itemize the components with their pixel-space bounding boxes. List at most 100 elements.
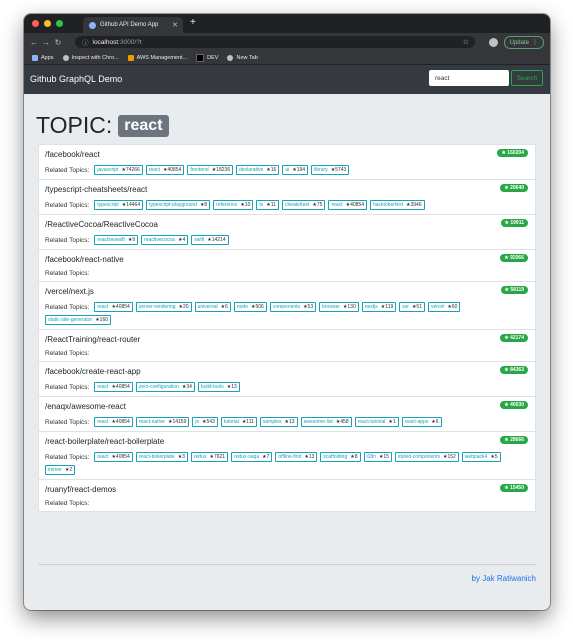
topic-chip[interactable]: typescript ★14464: [94, 200, 144, 210]
topic-chip[interactable]: swift ★14214: [191, 235, 229, 245]
repo-name-link[interactable]: /ruanyf/react-demos: [45, 484, 529, 496]
topic-chip-name: hacktoberfest: [372, 202, 404, 208]
related-topics-label: Related Topics:: [45, 303, 90, 311]
topic-chip[interactable]: nextjs ★119: [361, 302, 397, 312]
app-brand[interactable]: Github GraphQL Demo: [30, 74, 122, 84]
topic-chip[interactable]: components ★53: [269, 302, 317, 312]
topic-chip[interactable]: js ★543: [192, 417, 218, 427]
bookmark-apps[interactable]: Apps: [32, 54, 54, 61]
topic-chip-name: awesome-list: [303, 419, 333, 425]
repo-name-link[interactable]: /facebook/react: [45, 149, 529, 161]
repo-name-link[interactable]: /facebook/create-react-app: [45, 366, 529, 378]
topic-chip[interactable]: typescript-playground ★8: [146, 200, 211, 210]
topic-chip-name: redux: [193, 454, 207, 460]
topic-chip[interactable]: react-tutorial ★1: [354, 417, 399, 427]
back-icon[interactable]: ←: [28, 38, 40, 47]
aws-icon: [127, 54, 134, 61]
topic-chip[interactable]: build-tools ★13: [197, 382, 240, 392]
topic-chip[interactable]: react ★40854: [94, 417, 133, 427]
topic-chip[interactable]: i18n ★15: [363, 452, 392, 462]
url-path: :3000/?t: [118, 38, 142, 46]
topic-chip[interactable]: react ★40854: [328, 200, 367, 210]
topic-chip-name: cheatsheet: [284, 202, 310, 208]
topic-chip[interactable]: react-boilerplate ★3: [135, 452, 188, 462]
reload-icon[interactable]: ↻: [52, 38, 64, 47]
repo-name-link[interactable]: /vercel/next.js: [45, 286, 529, 298]
update-button[interactable]: Update ⋮: [503, 36, 544, 49]
topic-chip[interactable]: react ★40854: [145, 165, 185, 175]
topic-chip-name: react: [97, 419, 109, 425]
search-input[interactable]: [429, 70, 509, 86]
topic-chip[interactable]: ts ★11: [256, 200, 279, 210]
topic-chip[interactable]: vercel ★60: [427, 302, 461, 312]
profile-avatar-icon[interactable]: [488, 38, 498, 47]
related-topics-label: Related Topics:: [45, 383, 90, 391]
topic-chip[interactable]: react ★40854: [94, 382, 133, 392]
new-tab-icon[interactable]: +: [190, 17, 196, 28]
topic-chip[interactable]: node ★506: [233, 302, 267, 312]
topic-chip[interactable]: redux ★7621: [190, 452, 229, 462]
topic-chip[interactable]: cheatsheet ★75: [281, 200, 326, 210]
topic-chip[interactable]: scaffolding ★8: [320, 452, 361, 462]
repo-name-link[interactable]: /typescript-cheatsheets/react: [45, 184, 529, 196]
topic-chip[interactable]: samples ★13: [259, 417, 298, 427]
topic-chip[interactable]: library ★5743: [311, 165, 350, 175]
topic-chip[interactable]: reactiveswift ★9: [94, 235, 139, 245]
topic-chip[interactable]: tutorial ★111: [220, 417, 257, 427]
topic-chip[interactable]: ssr ★51: [399, 302, 425, 312]
repo-row: /ReactiveCocoa/ReactiveCocoa ★ 19911 Relat…: [38, 215, 536, 250]
topic-chip[interactable]: frontend ★18236: [187, 165, 234, 175]
topic-chip[interactable]: declarative ★16: [236, 165, 280, 175]
topic-chip[interactable]: awesome-list ★458: [300, 417, 352, 427]
topic-chip-count: ★119: [380, 304, 394, 310]
minimize-window-button[interactable]: [44, 20, 51, 27]
bookmark-star-icon[interactable]: ☆: [463, 38, 469, 46]
topic-chip[interactable]: react ★40854: [94, 302, 133, 312]
topic-chip[interactable]: webpack4 ★5: [461, 452, 501, 462]
topic-chip[interactable]: reactivecocoa ★4: [141, 235, 189, 245]
search-button[interactable]: Search: [511, 70, 543, 86]
repo-name-link[interactable]: /facebook/react-native: [45, 254, 529, 266]
topic-chip-count: ★6: [431, 419, 439, 425]
topic-chip[interactable]: ui ★194: [282, 165, 309, 175]
topic-chip-name: i18n: [366, 454, 376, 460]
topic-chip[interactable]: javascript ★74266: [94, 165, 143, 175]
topic-chip[interactable]: universal ★6: [194, 302, 231, 312]
tab-close-icon[interactable]: ✕: [172, 21, 178, 29]
topic-chip-name: react: [97, 454, 109, 460]
topic-chip-name: ssr: [402, 304, 409, 310]
forward-icon[interactable]: →: [40, 38, 52, 47]
stars-badge: ★ 58119: [500, 286, 528, 294]
address-bar[interactable]: ⓘ localhost :3000/?t ☆: [75, 36, 475, 48]
repo-name-link[interactable]: /enaqx/awesome-react: [45, 401, 529, 413]
topic-chip[interactable]: styled-components ★152: [395, 452, 459, 462]
close-window-button[interactable]: [32, 20, 39, 27]
topic-chip[interactable]: static-site-generator ★160: [45, 315, 112, 325]
bookmark-inspect[interactable]: Inspect with Chro...: [62, 54, 119, 61]
bookmark-aws[interactable]: AWS Management...: [127, 54, 187, 61]
repo-name-link[interactable]: /react-boilerplate/react-boilerplate: [45, 436, 529, 448]
topic-chip[interactable]: immer ★2: [45, 465, 76, 475]
author-link[interactable]: by Jak Ratiwanich: [472, 574, 536, 583]
bookmark-new-tab[interactable]: New Tab: [227, 54, 258, 61]
bookmark-dev[interactable]: DEV: [196, 53, 218, 62]
repo-name-link[interactable]: /ReactTraining/react-router: [45, 334, 529, 346]
topic-chip[interactable]: reference ★10: [213, 200, 254, 210]
topic-chip[interactable]: server-rendering ★20: [135, 302, 192, 312]
maximize-window-button[interactable]: [56, 20, 63, 27]
topic-chip-name: vercel: [430, 304, 445, 310]
topic-chip-count: ★13: [304, 454, 315, 460]
repo-name-link[interactable]: /ReactiveCocoa/ReactiveCocoa: [45, 219, 529, 231]
topic-chip-name: react-native: [138, 419, 165, 425]
topic-chip[interactable]: zero-configuration ★34: [135, 382, 195, 392]
topic-chip-count: ★130: [342, 304, 356, 310]
topic-chip[interactable]: offline-first ★13: [275, 452, 318, 462]
topic-chip[interactable]: react-native ★14159: [135, 417, 190, 427]
topic-chip[interactable]: redux-saga ★7: [231, 452, 273, 462]
topic-chip[interactable]: hacktoberfest ★3946: [369, 200, 425, 210]
topic-chip[interactable]: browser ★130: [319, 302, 359, 312]
topic-chip[interactable]: react-apps ★6: [401, 417, 442, 427]
related-topics: Related Topics: typescript ★14464 typescrip…: [45, 200, 529, 210]
topic-chip[interactable]: react ★40854: [94, 452, 133, 462]
browser-tab[interactable]: Github API Demo App ✕: [83, 17, 183, 33]
